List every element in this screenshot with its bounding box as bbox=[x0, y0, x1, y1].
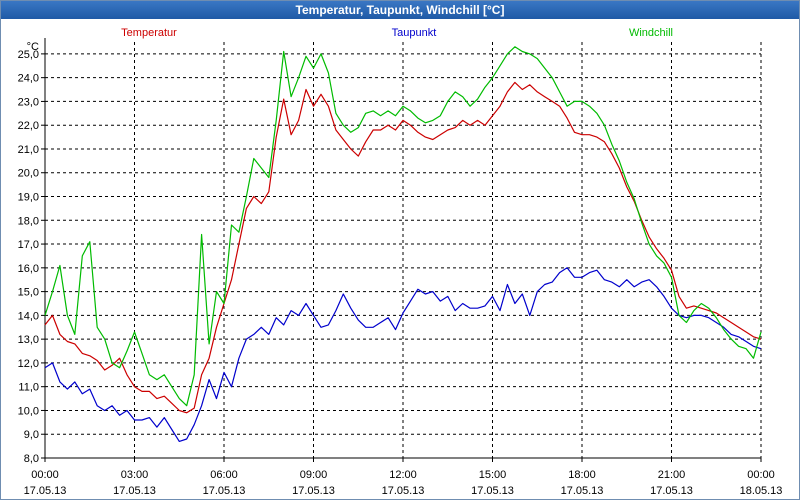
x-tick-date-label: 17.05.13 bbox=[382, 485, 425, 497]
y-tick-label: 9,0 bbox=[24, 429, 39, 441]
y-tick-label: 17,0 bbox=[18, 239, 39, 251]
x-tick-date-label: 18.05.13 bbox=[740, 485, 783, 497]
x-tick-time-label: 18:00 bbox=[568, 469, 596, 481]
y-tick-label: 14,0 bbox=[18, 310, 39, 322]
line-chart: 8,0 9,0 10,0 11,0 12,0 13,0 14,0 15,0 16,0 17,0 18… bbox=[18, 27, 783, 497]
legend-entry-temperatur: Temperatur bbox=[121, 27, 177, 39]
y-tick-label: 20,0 bbox=[18, 168, 39, 180]
legend-entry-windchill: Windchill bbox=[629, 27, 673, 39]
y-tick-label: 12,0 bbox=[18, 358, 39, 370]
x-tick-date-label: 17.05.13 bbox=[113, 485, 156, 497]
y-axis-unit: °C bbox=[27, 41, 39, 53]
chart-window: Temperatur, Taupunkt, Windchill [°C] 8,0… bbox=[0, 0, 800, 500]
window-title: Temperatur, Taupunkt, Windchill [°C] bbox=[1, 1, 799, 19]
x-tick-time-label: 12:00 bbox=[389, 469, 417, 481]
y-tick-label: 8,0 bbox=[24, 453, 39, 465]
y-tick-label: 15,0 bbox=[18, 287, 39, 299]
y-tick-label: 21,0 bbox=[18, 144, 39, 156]
y-tick-label: 19,0 bbox=[18, 192, 39, 204]
y-tick-label: 13,0 bbox=[18, 334, 39, 346]
y-tick-label: 10,0 bbox=[18, 405, 39, 417]
y-tick-label: 11,0 bbox=[18, 382, 39, 394]
legend-entry-taupunkt: Taupunkt bbox=[392, 27, 437, 39]
x-tick-date-label: 17.05.13 bbox=[471, 485, 514, 497]
x-tick-date-label: 17.05.13 bbox=[650, 485, 693, 497]
x-tick-date-label: 17.05.13 bbox=[24, 485, 67, 497]
x-tick-time-label: 09:00 bbox=[300, 469, 328, 481]
x-tick-time-label: 03:00 bbox=[121, 469, 149, 481]
x-tick-date-label: 17.05.13 bbox=[561, 485, 604, 497]
y-tick-label: 23,0 bbox=[18, 96, 39, 108]
y-tick-label: 24,0 bbox=[18, 73, 39, 85]
y-tick-label: 16,0 bbox=[18, 263, 39, 275]
x-tick-date-label: 17.05.13 bbox=[203, 485, 246, 497]
x-tick-time-label: 21:00 bbox=[658, 469, 686, 481]
x-tick-time-label: 06:00 bbox=[210, 469, 238, 481]
x-tick-time-label: 00:00 bbox=[747, 469, 775, 481]
x-tick-date-label: 17.05.13 bbox=[292, 485, 335, 497]
y-tick-label: 22,0 bbox=[18, 120, 39, 132]
x-tick-time-label: 00:00 bbox=[31, 469, 59, 481]
y-tick-label: 18,0 bbox=[18, 215, 39, 227]
x-tick-time-label: 15:00 bbox=[479, 469, 507, 481]
